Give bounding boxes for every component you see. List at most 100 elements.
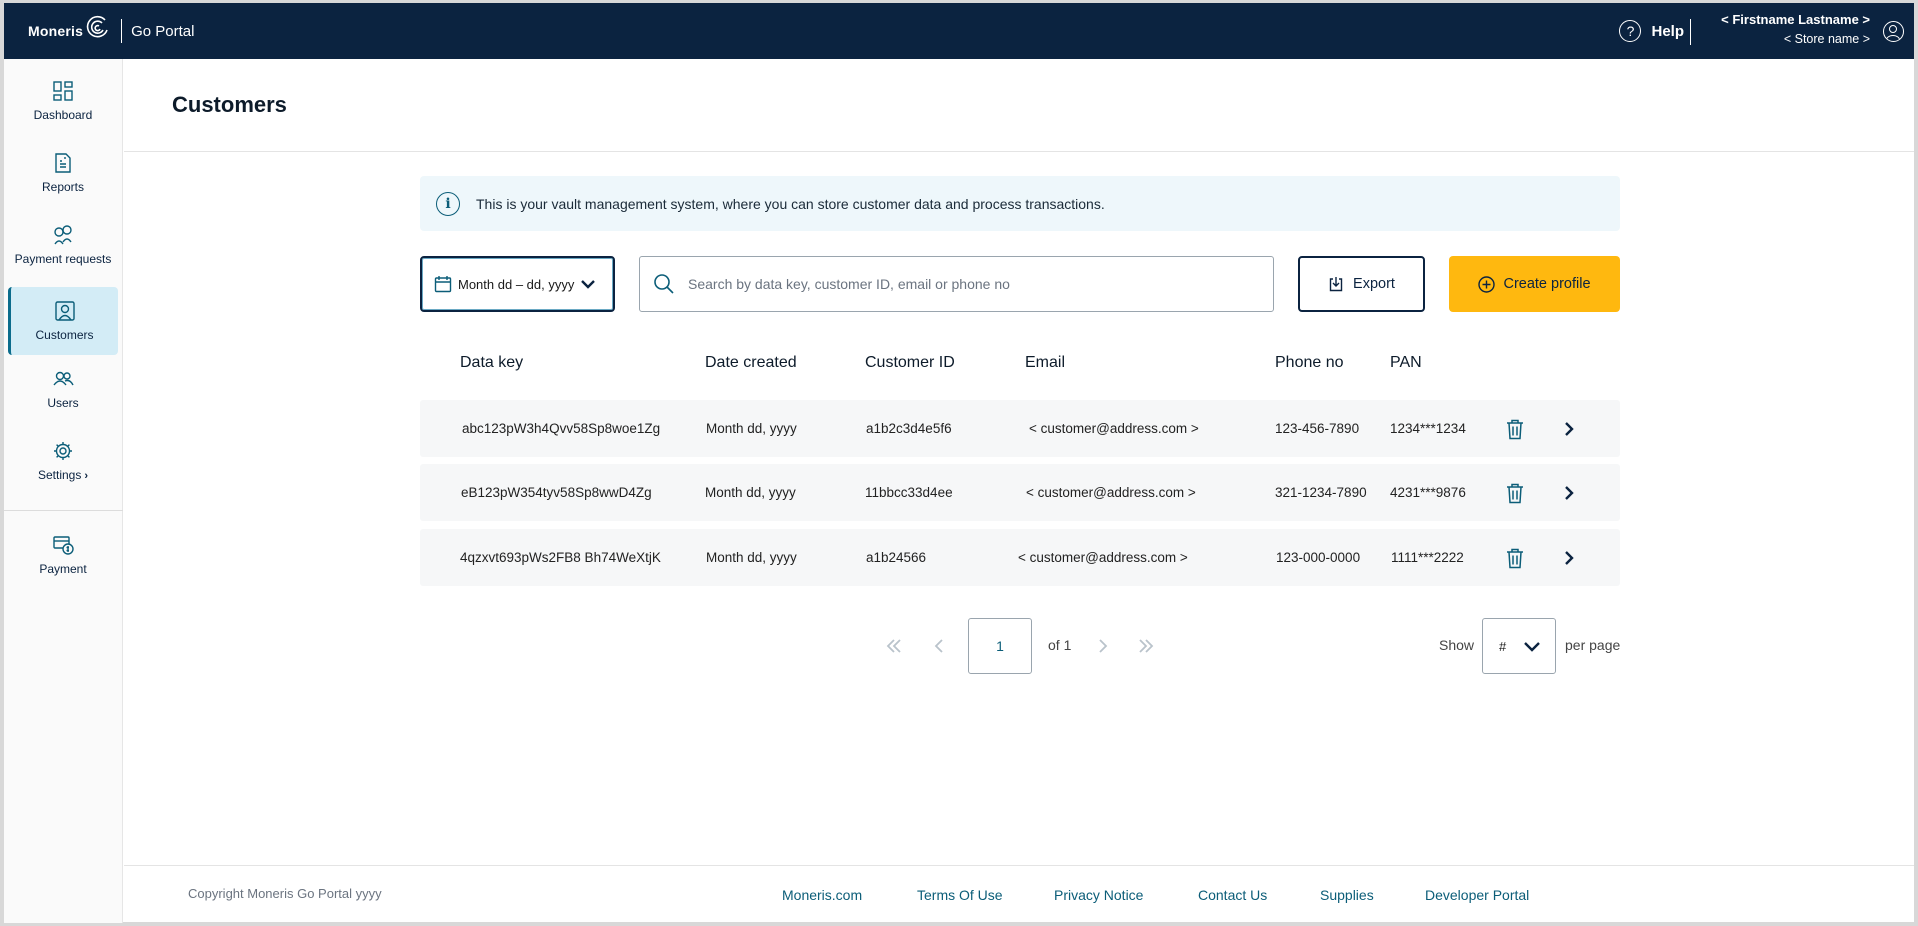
footer-link-developer[interactable]: Developer Portal xyxy=(1425,887,1529,903)
info-text: This is your vault management system, wh… xyxy=(476,195,1105,212)
user-name: < Firstname Lastname > xyxy=(1721,12,1870,27)
column-header-phone[interactable]: Phone no xyxy=(1275,354,1344,372)
column-header-customer-id[interactable]: Customer ID xyxy=(865,354,955,372)
search-box[interactable] xyxy=(639,256,1274,312)
trash-icon[interactable] xyxy=(1505,418,1525,440)
footer-divider xyxy=(124,865,1914,866)
chevron-down-icon xyxy=(1524,642,1541,652)
export-button[interactable]: Export xyxy=(1298,256,1425,312)
sidebar-item-customers[interactable]: Customers xyxy=(8,287,118,355)
cell-date-created: Month dd, yyyy xyxy=(705,485,796,500)
table-row[interactable]: eB123pW354tyv58Sp8wwD4Zg Month dd, yyyy … xyxy=(420,464,1620,521)
sidebar-item-reports[interactable]: Reports xyxy=(8,139,118,207)
download-icon xyxy=(1329,277,1343,292)
previous-page-icon[interactable] xyxy=(930,637,950,655)
sidebar-item-label: Users xyxy=(47,396,79,410)
per-page-label: per page xyxy=(1565,637,1621,653)
info-banner: i This is your vault management system, … xyxy=(420,176,1620,231)
help-link[interactable]: ? Help xyxy=(1619,3,1684,59)
user-menu[interactable]: < Firstname Lastname > < Store name > xyxy=(1721,11,1870,49)
search-input[interactable] xyxy=(688,276,1228,292)
info-icon: i xyxy=(436,191,460,216)
brand[interactable]: Moneris Go Portal xyxy=(28,3,194,59)
copyright: Copyright Moneris Go Portal yyyy xyxy=(188,886,382,901)
sidebar-item-label: Settings › xyxy=(37,468,89,482)
portal-name: Go Portal xyxy=(131,22,195,40)
column-header-data-key[interactable]: Data key xyxy=(460,354,523,372)
customers-icon xyxy=(54,301,75,321)
window-frame xyxy=(0,0,1918,926)
first-page-icon[interactable] xyxy=(884,637,904,655)
create-profile-button[interactable]: Create profile xyxy=(1449,256,1620,312)
sidebar-item-payment[interactable]: Payment xyxy=(8,521,118,589)
dashboard-icon xyxy=(53,81,73,101)
footer-link-contact[interactable]: Contact Us xyxy=(1198,887,1267,903)
per-page-select[interactable]: # xyxy=(1482,618,1556,674)
sidebar-item-dashboard[interactable]: Dashboard xyxy=(8,67,118,135)
cell-phone: 123-456-7890 xyxy=(1275,421,1360,436)
date-range-select[interactable]: Month dd – dd, yyyy xyxy=(420,256,615,312)
sidebar: Dashboard Reports Payment requests Custo… xyxy=(4,59,123,923)
cell-customer-id: 11bbcc33d4ee xyxy=(865,485,953,500)
sidebar-item-payment-requests[interactable]: Payment requests xyxy=(8,211,118,279)
trash-icon[interactable] xyxy=(1505,482,1525,504)
header-divider xyxy=(1689,19,1691,45)
payment-requests-icon xyxy=(54,225,72,245)
column-header-date-created[interactable]: Date created xyxy=(705,354,797,372)
store-name: < Store name > xyxy=(1783,32,1870,46)
cell-email: < customer@address.com > xyxy=(1029,421,1199,436)
column-header-email[interactable]: Email xyxy=(1025,354,1065,372)
footer-link-supplies[interactable]: Supplies xyxy=(1320,887,1374,903)
plus-circle-icon xyxy=(1478,275,1496,293)
chevron-right-icon[interactable] xyxy=(1561,549,1577,567)
show-label: Show xyxy=(1439,637,1475,653)
cell-pan: 1111***2222 xyxy=(1391,550,1464,565)
page-number-input[interactable]: 1 xyxy=(968,618,1032,674)
cell-email: < customer@address.com > xyxy=(1026,485,1196,500)
reports-icon xyxy=(55,153,71,173)
payment-icon xyxy=(53,536,74,555)
chevron-right-icon[interactable] xyxy=(1561,484,1577,502)
footer-link-moneris[interactable]: Moneris.com xyxy=(782,887,862,903)
moneris-logo-icon xyxy=(86,15,108,38)
sidebar-item-label: Reports xyxy=(41,180,85,194)
sidebar-item-label: Payment xyxy=(39,562,87,576)
trash-icon[interactable] xyxy=(1505,547,1525,569)
cell-date-created: Month dd, yyyy xyxy=(706,550,797,565)
chevron-right-icon: › xyxy=(84,470,89,482)
search-icon xyxy=(654,274,674,294)
chevron-right-icon[interactable] xyxy=(1561,420,1577,438)
cell-pan: 4231***9876 xyxy=(1390,485,1466,500)
table-row[interactable]: 4qzxvt693pWs2FB8 Bh74WeXtjK Month dd, yy… xyxy=(420,529,1620,586)
sidebar-item-settings[interactable]: Settings › xyxy=(8,427,118,495)
page-total: of 1 xyxy=(1048,637,1072,653)
cell-data-key: 4qzxvt693pWs2FB8 Bh74WeXtjK xyxy=(460,550,661,565)
sidebar-item-label: Payment requests xyxy=(14,252,112,266)
export-label: Export xyxy=(1353,276,1395,292)
cell-pan: 1234***1234 xyxy=(1390,421,1466,436)
users-icon xyxy=(53,371,74,386)
title-divider xyxy=(124,151,1914,152)
cell-data-key: eB123pW354tyv58Sp8wwD4Zg xyxy=(461,485,652,500)
table-row[interactable]: abc123pW3h4Qvv58Sp8woe1Zg Month dd, yyyy… xyxy=(420,400,1620,457)
cell-date-created: Month dd, yyyy xyxy=(706,421,797,436)
account-icon[interactable] xyxy=(1883,21,1904,42)
sidebar-item-label: Customers xyxy=(35,328,94,342)
brand-divider xyxy=(121,19,123,43)
footer-link-privacy[interactable]: Privacy Notice xyxy=(1054,887,1143,903)
cell-data-key: abc123pW3h4Qvv58Sp8woe1Zg xyxy=(462,421,661,436)
sidebar-item-users[interactable]: Users xyxy=(8,355,118,423)
footer-link-terms[interactable]: Terms Of Use xyxy=(917,887,1003,903)
next-page-icon[interactable] xyxy=(1092,637,1112,655)
moneris-logo-text: Moneris xyxy=(28,23,84,39)
page-title: Customers xyxy=(172,92,287,117)
cell-customer-id: a1b24566 xyxy=(866,550,927,565)
sidebar-item-label: Dashboard xyxy=(33,108,93,122)
question-icon: ? xyxy=(1619,20,1642,42)
create-profile-label: Create profile xyxy=(1503,276,1591,292)
last-page-icon[interactable] xyxy=(1136,637,1156,655)
gear-icon xyxy=(54,442,72,460)
column-header-pan[interactable]: PAN xyxy=(1390,354,1422,372)
cell-email: < customer@address.com > xyxy=(1018,550,1188,565)
date-range-value: Month dd – dd, yyyy xyxy=(458,276,575,292)
